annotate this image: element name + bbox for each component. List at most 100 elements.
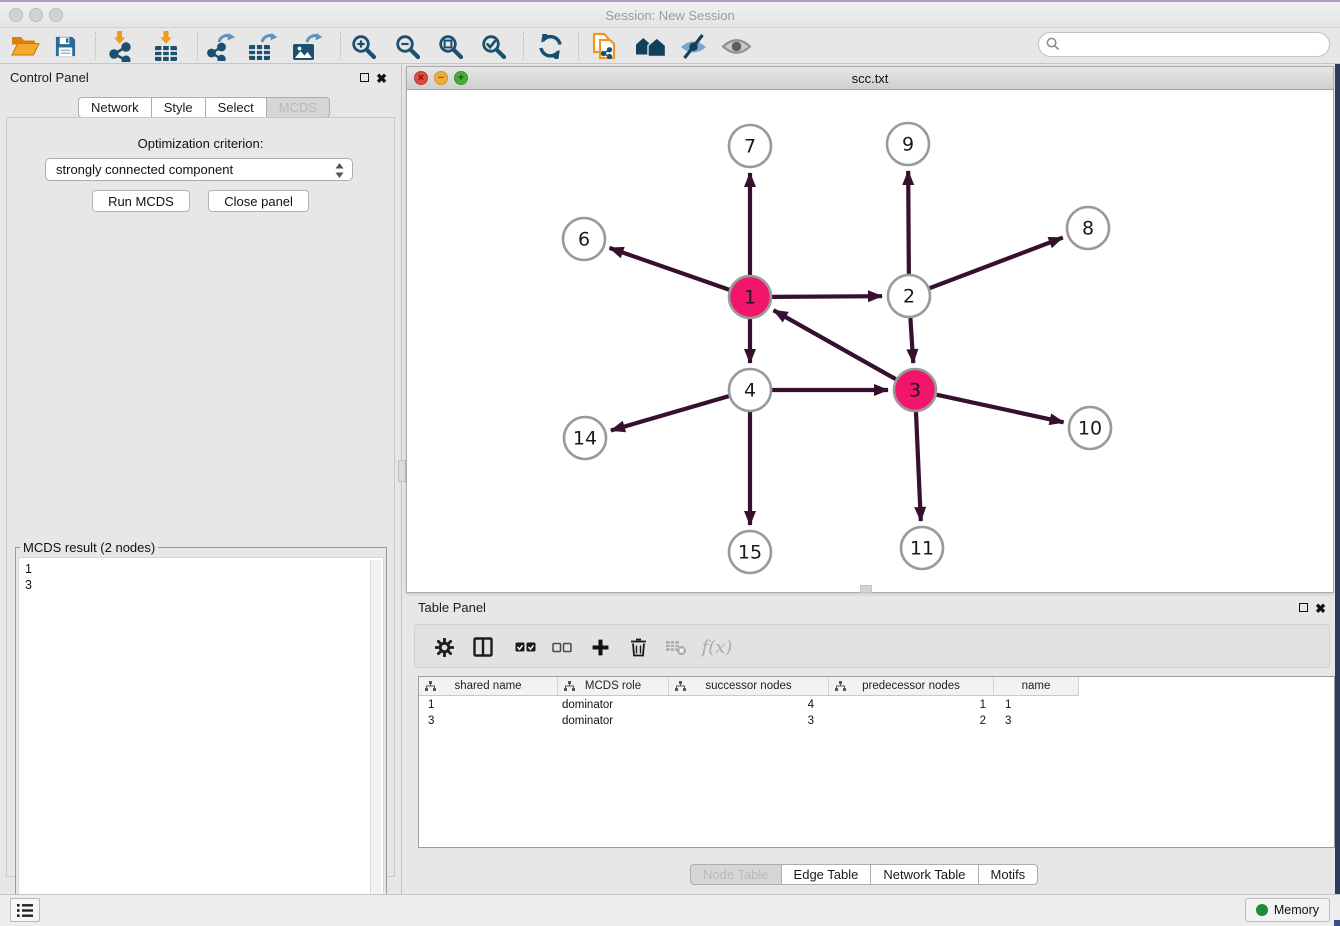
window-title: Session: New Session xyxy=(0,8,1340,23)
panel-list-button[interactable] xyxy=(10,898,40,922)
application-window: Session: New Session xyxy=(0,0,1340,926)
column-header-predecessor-nodes[interactable]: predecessor nodes xyxy=(829,677,994,696)
zoom-fit-button[interactable] xyxy=(435,28,465,64)
import-network-button[interactable] xyxy=(104,28,136,64)
zoom-out-button[interactable] xyxy=(392,28,422,64)
clone-network-button[interactable] xyxy=(588,28,620,64)
tab-network[interactable]: Network xyxy=(78,97,152,118)
tab-edge-table[interactable]: Edge Table xyxy=(782,864,872,885)
graph-edge-3-11[interactable] xyxy=(916,412,921,521)
graph-node-label-10: 10 xyxy=(1078,418,1102,440)
column-header-shared-name[interactable]: shared name xyxy=(419,677,558,696)
graph-edge-1-2[interactable] xyxy=(772,296,882,297)
gear-icon xyxy=(435,638,454,657)
toolbar-separator xyxy=(578,32,579,60)
tree-icon xyxy=(425,681,436,695)
table-header-row: shared name MCDS role successor nodes pr… xyxy=(419,677,1079,696)
graph-edge-3-10[interactable] xyxy=(936,395,1063,423)
home-button[interactable] xyxy=(632,28,668,64)
result-scrollbar[interactable] xyxy=(370,560,381,912)
hide-selected-button[interactable] xyxy=(676,28,710,64)
export-network-icon xyxy=(206,32,235,61)
graph-edge-3-1[interactable] xyxy=(774,310,896,379)
criterion-select[interactable]: strongly connected component xyxy=(45,158,353,181)
eye-icon xyxy=(721,36,752,57)
search-input[interactable] xyxy=(1038,32,1330,57)
function-builder-button[interactable]: f(x) xyxy=(697,625,737,669)
toolbar-separator xyxy=(523,32,524,60)
delete-table-button[interactable] xyxy=(659,625,693,669)
import-network-icon xyxy=(107,31,133,62)
graph-edge-2-3[interactable] xyxy=(910,318,913,363)
cell-mcds-role: dominator xyxy=(558,713,669,729)
network-title: scc.txt xyxy=(407,71,1333,86)
vertical-splitter-grip[interactable] xyxy=(398,460,406,482)
column-header-successor-nodes[interactable]: successor nodes xyxy=(669,677,829,696)
deselect-all-rows-button[interactable] xyxy=(547,625,577,669)
search-icon xyxy=(1046,37,1060,56)
run-mcds-button[interactable]: Run MCDS xyxy=(92,190,190,212)
tab-motifs[interactable]: Motifs xyxy=(979,864,1039,885)
create-column-button[interactable] xyxy=(583,625,617,669)
cell-name: 3 xyxy=(994,713,1079,729)
graph-edge-4-14[interactable] xyxy=(611,396,729,430)
memory-button[interactable]: Memory xyxy=(1245,898,1330,922)
fx-icon: f(x) xyxy=(702,637,733,658)
tab-select[interactable]: Select xyxy=(206,97,267,118)
save-session-button[interactable] xyxy=(50,28,80,64)
deselect-all-icon xyxy=(552,641,572,654)
graph-edge-2-8[interactable] xyxy=(930,238,1063,289)
tab-style[interactable]: Style xyxy=(152,97,206,118)
table-settings-button[interactable] xyxy=(429,625,459,669)
export-image-icon xyxy=(291,32,322,61)
close-table-panel-icon[interactable]: ✖ xyxy=(1315,601,1326,617)
refresh-icon xyxy=(537,34,564,59)
select-all-rows-button[interactable] xyxy=(509,625,541,669)
table-row[interactable]: 3 dominator 3 2 3 xyxy=(419,713,1079,729)
column-header-name[interactable]: name xyxy=(994,677,1079,696)
close-panel-button[interactable]: Close panel xyxy=(208,190,309,212)
apply-layout-button[interactable] xyxy=(534,28,566,64)
open-folder-icon xyxy=(10,34,40,58)
result-line: 3 xyxy=(25,577,377,593)
columns-icon xyxy=(473,637,493,657)
tab-node-table[interactable]: Node Table xyxy=(690,864,782,885)
delete-table-icon xyxy=(665,638,687,656)
optimization-criterion-label: Optimization criterion: xyxy=(7,136,394,151)
tab-network-table[interactable]: Network Table xyxy=(871,864,978,885)
memory-status-icon xyxy=(1256,904,1268,916)
graph-node-label-8: 8 xyxy=(1082,218,1094,240)
open-session-button[interactable] xyxy=(8,28,42,64)
graph-edge-2-9[interactable] xyxy=(908,171,909,274)
table-panel: Table Panel ✖ xyxy=(406,596,1334,890)
export-network-button[interactable] xyxy=(203,28,237,64)
float-table-panel-icon[interactable] xyxy=(1299,601,1308,615)
show-all-button[interactable] xyxy=(718,28,754,64)
graph-node-label-4: 4 xyxy=(744,380,756,402)
column-header-mcds-role[interactable]: MCDS role xyxy=(558,677,669,696)
table-panel-title: Table Panel xyxy=(418,600,486,615)
zoom-out-icon xyxy=(394,33,421,60)
toolbar-separator xyxy=(95,32,96,60)
delete-column-button[interactable] xyxy=(622,625,654,669)
show-columns-button[interactable] xyxy=(467,625,499,669)
zoom-selected-button[interactable] xyxy=(478,28,508,64)
tab-mcds[interactable]: MCDS xyxy=(267,97,330,118)
graph-node-label-15: 15 xyxy=(738,542,762,564)
export-image-button[interactable] xyxy=(288,28,324,64)
export-table-button[interactable] xyxy=(245,28,279,64)
close-panel-icon[interactable]: ✖ xyxy=(376,71,387,87)
import-table-button[interactable] xyxy=(150,28,182,64)
table-row[interactable]: 1 dominator 4 1 1 xyxy=(419,697,1079,713)
graph-edge-1-6[interactable] xyxy=(609,248,729,290)
network-canvas[interactable]: 7968124314101511 xyxy=(407,90,1333,592)
network-window-titlebar[interactable]: × − + scc.txt xyxy=(407,67,1333,90)
network-window: × − + scc.txt 7968124314101511 xyxy=(406,66,1334,593)
horizontal-splitter-grip[interactable] xyxy=(860,585,872,593)
cell-name: 1 xyxy=(994,697,1079,713)
cell-shared-name: 3 xyxy=(419,713,558,729)
control-panel-title: Control Panel xyxy=(10,70,89,85)
float-panel-icon[interactable] xyxy=(360,71,369,85)
titlebar: Session: New Session xyxy=(0,0,1340,28)
zoom-in-button[interactable] xyxy=(348,28,378,64)
